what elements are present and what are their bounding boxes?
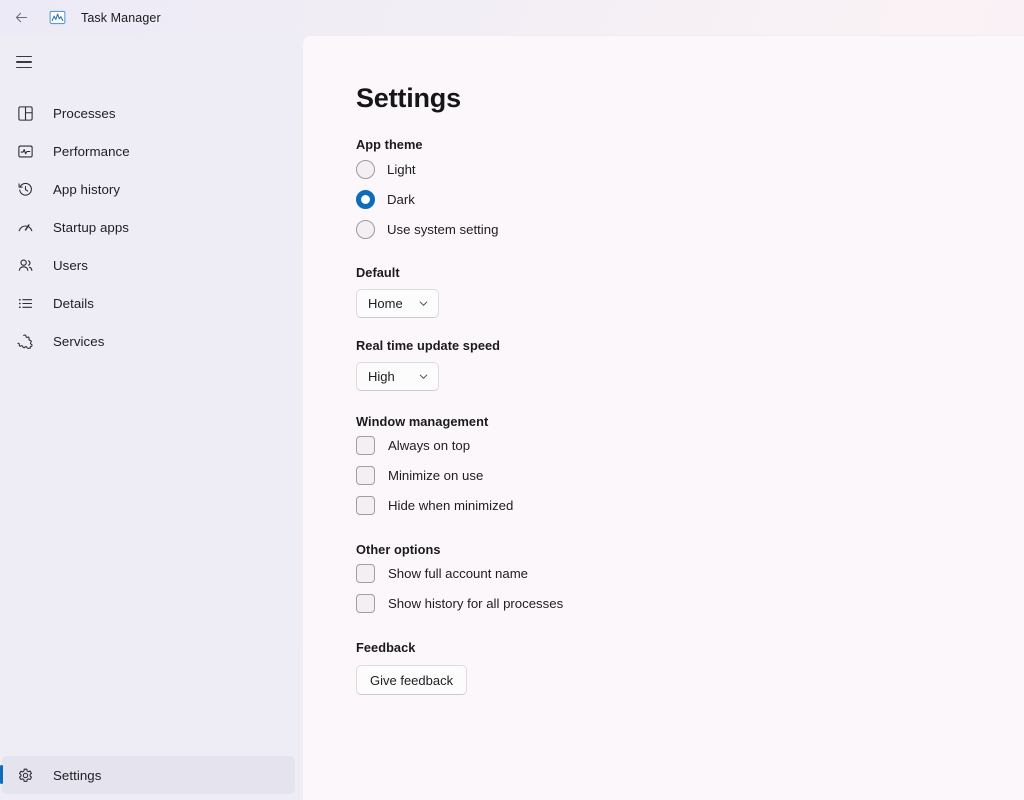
checkbox-option-always-on-top[interactable]: Always on top bbox=[356, 432, 1024, 459]
section-label: Window management bbox=[356, 414, 489, 429]
processes-icon bbox=[14, 102, 36, 124]
hamburger-menu-icon[interactable] bbox=[4, 44, 44, 80]
hamburger-line bbox=[16, 61, 32, 63]
checkbox-label: Always on top bbox=[388, 438, 471, 453]
sidebar-item-details[interactable]: Details bbox=[2, 284, 295, 322]
checkbox-label: Show full account name bbox=[388, 566, 529, 581]
sidebar-item-performance[interactable]: Performance bbox=[2, 132, 295, 170]
checkbox-label: Hide when minimized bbox=[388, 498, 514, 513]
dropdown-value: Home bbox=[368, 296, 403, 311]
feedback-section: Feedback Give feedback bbox=[356, 640, 1024, 695]
radio-option-use-system-setting[interactable]: Use system setting bbox=[356, 216, 1024, 242]
checkbox[interactable] bbox=[356, 496, 375, 515]
chevron-down-icon bbox=[419, 374, 428, 379]
sidebar-item-app-history[interactable]: App history bbox=[2, 170, 295, 208]
checkbox-option-show-full-account-name[interactable]: Show full account name bbox=[356, 560, 1024, 587]
arrow-left-icon bbox=[15, 12, 27, 23]
sidebar-nav: Processes Performance App history Startu… bbox=[0, 94, 301, 756]
chevron-down-icon bbox=[419, 301, 428, 306]
window-management-section: Window management Always on top Minimize… bbox=[356, 414, 1024, 519]
task-manager-icon bbox=[48, 9, 66, 27]
radio-label: Dark bbox=[387, 191, 415, 207]
default-page-section: Default Home bbox=[356, 265, 1024, 318]
history-icon bbox=[14, 178, 36, 200]
checkbox-option-show-history-for-all-processes[interactable]: Show history for all processes bbox=[356, 590, 1024, 617]
other-options-section: Other options Show full account name Sho… bbox=[356, 542, 1024, 617]
startup-apps-icon bbox=[14, 216, 36, 238]
sidebar-item-label: App history bbox=[53, 181, 121, 197]
sidebar-item-label: Users bbox=[53, 257, 88, 273]
update-speed-dropdown[interactable]: High bbox=[356, 362, 439, 391]
sidebar-item-label: Startup apps bbox=[53, 219, 129, 235]
details-icon bbox=[14, 292, 36, 314]
give-feedback-button[interactable]: Give feedback bbox=[356, 665, 468, 695]
back-button[interactable] bbox=[4, 3, 38, 33]
radio-label: Use system setting bbox=[387, 221, 499, 237]
sidebar-item-label: Processes bbox=[53, 105, 116, 121]
sidebar-item-label: Performance bbox=[53, 143, 130, 159]
sidebar: Processes Performance App history Startu… bbox=[0, 35, 301, 800]
sidebar-item-settings[interactable]: Settings bbox=[0, 756, 295, 794]
services-icon bbox=[14, 330, 36, 352]
checkbox-label: Show history for all processes bbox=[388, 596, 564, 611]
radio-option-dark[interactable]: Dark bbox=[356, 186, 1024, 212]
sidebar-item-startup-apps[interactable]: Startup apps bbox=[2, 208, 295, 246]
section-label: Other options bbox=[356, 542, 441, 557]
dropdown-value: High bbox=[368, 369, 395, 384]
sidebar-item-label: Services bbox=[53, 333, 105, 349]
hamburger-line bbox=[16, 55, 32, 58]
radio-button[interactable] bbox=[356, 189, 375, 209]
checkbox-option-minimize-on-use[interactable]: Minimize on use bbox=[356, 462, 1024, 489]
checkbox-label: Minimize on use bbox=[388, 468, 484, 483]
app-title: Task Manager bbox=[81, 10, 161, 25]
sidebar-item-label: Settings bbox=[53, 767, 102, 783]
sidebar-bottom: Settings bbox=[0, 756, 301, 800]
checkbox[interactable] bbox=[356, 564, 375, 583]
radio-button[interactable] bbox=[356, 219, 375, 239]
sidebar-item-services[interactable]: Services bbox=[2, 322, 295, 360]
hamburger-line bbox=[16, 66, 32, 69]
sidebar-item-users[interactable]: Users bbox=[2, 246, 295, 284]
section-label: App theme bbox=[356, 137, 423, 152]
sidebar-item-processes[interactable]: Processes bbox=[2, 94, 295, 132]
update-speed-section: Real time update speed High bbox=[356, 338, 1024, 391]
checkbox[interactable] bbox=[356, 594, 375, 613]
section-label: Feedback bbox=[356, 640, 416, 655]
radio-button[interactable] bbox=[356, 159, 375, 179]
app-theme-section: App theme Light Dark Use system setting bbox=[356, 137, 1024, 242]
radio-label: Light bbox=[387, 161, 416, 177]
section-label: Default bbox=[356, 265, 400, 280]
performance-icon bbox=[14, 140, 36, 162]
default-page-dropdown[interactable]: Home bbox=[356, 289, 439, 318]
page-title: Settings bbox=[356, 83, 461, 113]
users-icon bbox=[14, 254, 36, 276]
gear-icon bbox=[14, 764, 36, 786]
sidebar-item-label: Details bbox=[53, 295, 94, 311]
checkbox[interactable] bbox=[356, 436, 375, 455]
radio-option-light[interactable]: Light bbox=[356, 156, 1024, 182]
checkbox[interactable] bbox=[356, 466, 375, 485]
title-bar: Task Manager bbox=[0, 0, 1024, 35]
checkbox-option-hide-when-minimized[interactable]: Hide when minimized bbox=[356, 492, 1024, 519]
section-label: Real time update speed bbox=[356, 338, 501, 353]
settings-panel: Settings App theme Light Dark Use system… bbox=[302, 35, 1024, 800]
